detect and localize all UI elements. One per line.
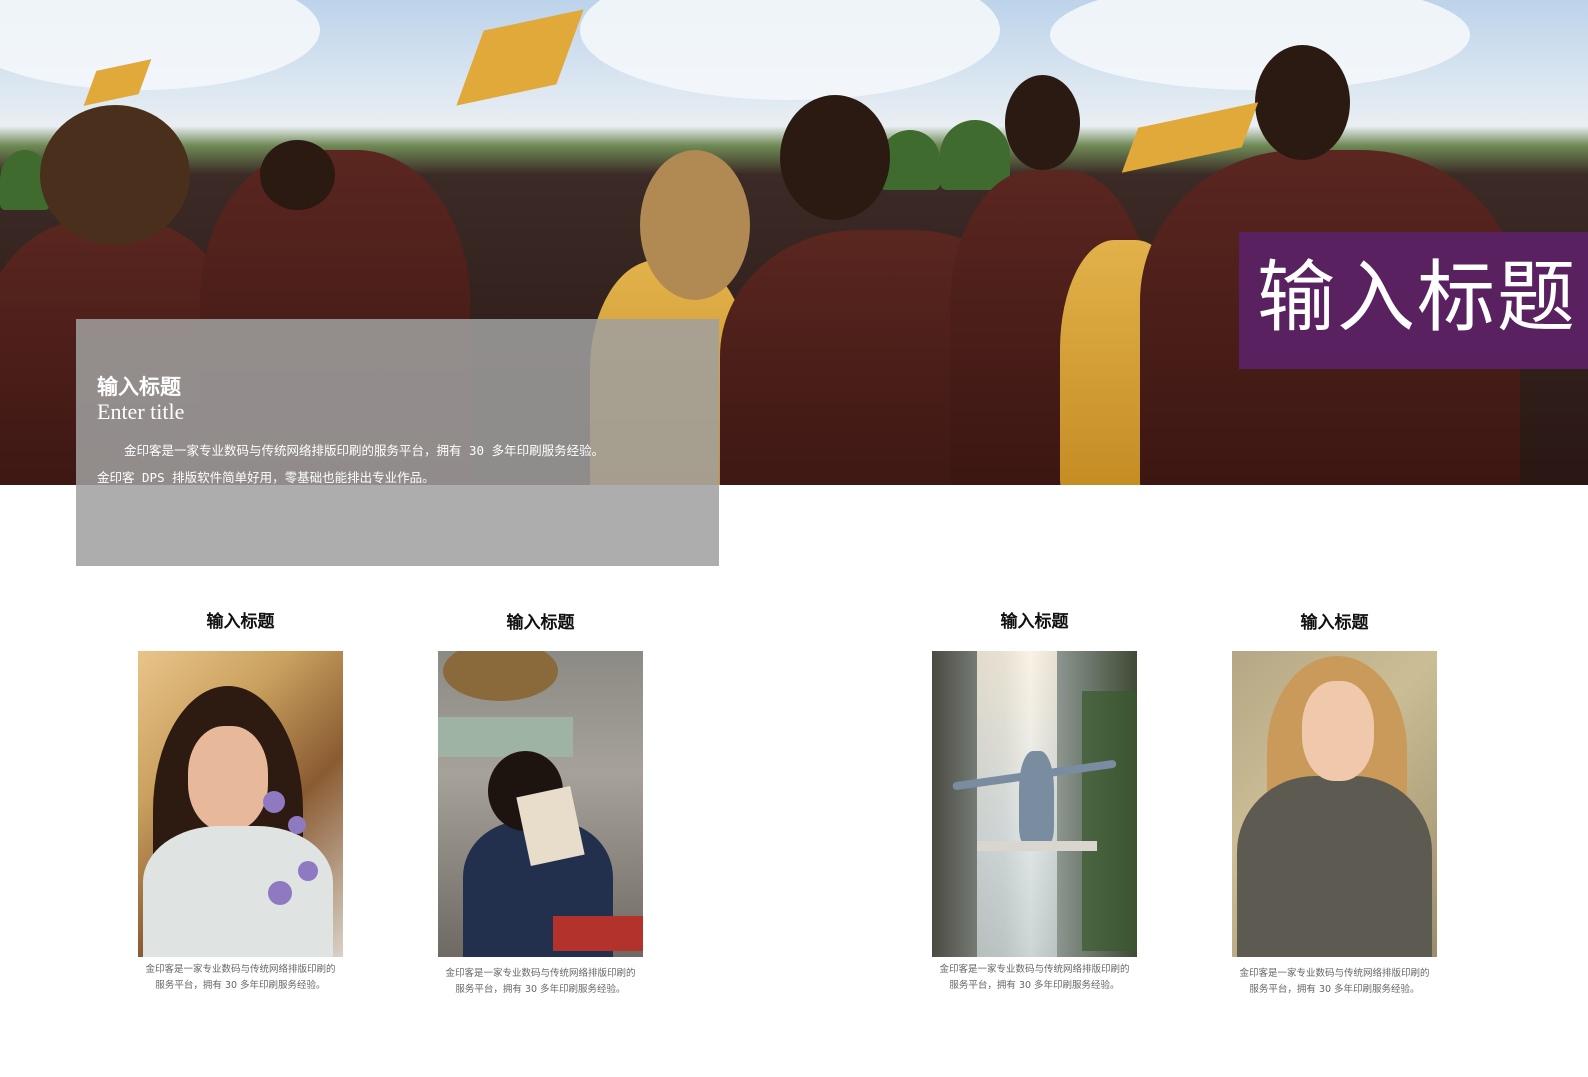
card-title: 输入标题 xyxy=(206,612,275,632)
graduate-head xyxy=(1005,75,1080,170)
cloud xyxy=(0,0,320,90)
card-caption-line: 服务平台，拥有 30 多年印刷服务经验。 xyxy=(455,984,626,995)
card-photo-girl-book xyxy=(438,651,643,957)
card-title: 输入标题 xyxy=(1000,612,1069,632)
card-caption-line: 金印客是一家专业数码与传统网络排版印刷的 xyxy=(445,968,636,979)
graduation-cap xyxy=(456,9,584,106)
info-text-line: 金印客是一家专业数码与传统网络排版印刷的服务平台，拥有 30 多年印刷服务经验。 xyxy=(124,443,605,458)
graduate-head xyxy=(1255,45,1350,160)
card-caption-line: 服务平台，拥有 30 多年印刷服务经验。 xyxy=(1249,984,1420,995)
card-title: 输入标题 xyxy=(506,613,575,633)
graduate-head xyxy=(780,95,890,220)
info-box: 输入标题 Enter title 金印客是一家专业数码与传统网络排版印刷的服务平… xyxy=(76,319,719,566)
info-subtitle: Enter title xyxy=(97,399,185,424)
info-text-line: 金印客 DPS 排版软件简单好用，零基础也能排出专业作品。 xyxy=(97,470,435,485)
card-caption-line: 服务平台，拥有 30 多年印刷服务经验。 xyxy=(155,980,326,991)
card-caption-line: 服务平台，拥有 30 多年印刷服务经验。 xyxy=(949,980,1120,991)
card-title: 输入标题 xyxy=(1300,613,1369,633)
card-photo-swing-waterfall xyxy=(932,651,1137,957)
graduate-head xyxy=(40,105,190,245)
graduate-head xyxy=(260,140,335,210)
info-title: 输入标题 xyxy=(97,374,181,399)
cloud xyxy=(580,0,1000,100)
card-photo-smiling-woman xyxy=(1232,651,1437,957)
card-photo-girl-flowers xyxy=(138,651,343,957)
card-caption-line: 金印客是一家专业数码与传统网络排版印刷的 xyxy=(939,964,1130,975)
card-caption-line: 金印客是一家专业数码与传统网络排版印刷的 xyxy=(145,964,336,975)
tree xyxy=(940,120,1010,190)
hero-title: 输入标题 xyxy=(1257,253,1578,343)
card-caption-line: 金印客是一家专业数码与传统网络排版印刷的 xyxy=(1239,968,1430,979)
hero-title-block: 输入标题 xyxy=(1239,232,1588,369)
graduate-head xyxy=(640,150,750,300)
